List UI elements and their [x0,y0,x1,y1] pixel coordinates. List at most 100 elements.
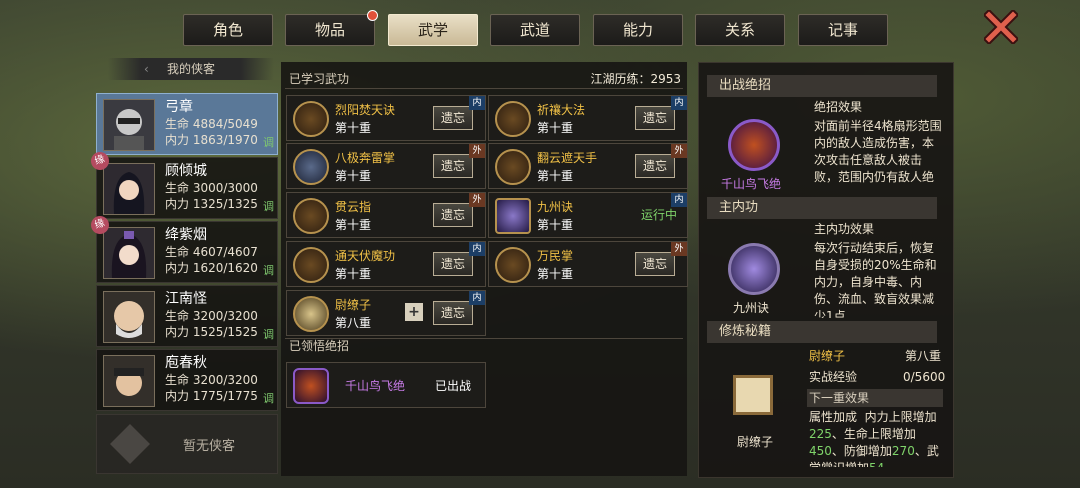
skill-name: 贯云指 [335,200,372,214]
skill-level: 第十重 [537,169,574,183]
avatar [103,355,155,407]
sun-icon [293,101,329,137]
tune-button[interactable]: 调 [263,134,274,150]
skill-card[interactable]: 烈阳焚天诀 第十重 遗忘 内 [286,95,486,141]
skill-level: 第十重 [335,121,372,135]
tab-items[interactable]: 物品 [285,10,378,46]
skill-card[interactable]: 翻云遮天手 第十重 遗忘 外 [488,143,688,189]
tab-journal[interactable]: 记事 [798,14,888,46]
tune-button[interactable]: 调 [263,198,274,214]
book-level: 第八重 [905,349,942,363]
inner-icon-label: 九州诀 [732,301,769,315]
skill-card[interactable]: 九州诀 第十重 运行中 内 [488,192,688,238]
next-level-effect: 属性加成 内力上限增加225、生命上限增加450、防御增加270、武学常识增加5… [809,409,949,467]
skill-name: 尉缭子 [335,298,372,312]
skill-card[interactable]: 通天伏魔功 第十重 遗忘 内 [286,241,486,287]
tune-button[interactable]: 调 [263,390,274,406]
forget-button[interactable]: 遗忘 [635,154,675,178]
attr-v3: 270 [891,444,915,458]
hero-hp: 生命 4607/4607 [165,245,258,259]
book-icon [733,375,773,415]
roster-header: ‹ 我的侠客 [108,58,274,80]
forget-button[interactable]: 遗忘 [635,106,675,130]
inner-skill-emblem: 九州诀 [717,223,785,315]
thunder-palm-icon [293,149,329,185]
forget-button[interactable]: 遗忘 [433,106,473,130]
book-title: 修炼秘籍 [707,321,937,343]
experience-label: 江湖历练：2953 [590,72,681,86]
skill-type-tag: 内 [671,193,687,207]
hero-hp: 生命 3000/3000 [165,181,258,195]
tune-button[interactable]: 调 [263,326,274,342]
forget-button[interactable]: 遗忘 [433,154,473,178]
skills-panel: 已学习武功 江湖历练：2953 烈阳焚天诀 第十重 遗忘 内 祈禳大法 第十重 … [281,62,688,476]
attr-label: 属性加成 [809,410,858,424]
book-icon-label: 尉缭子 [736,435,773,449]
skill-level: 第十重 [335,267,372,281]
skill-card[interactable]: 祈禳大法 第十重 遗忘 内 [488,95,688,141]
inner-effect-text: 每次行动结束后，恢复自身受损的20%生命和内力，自身中毒、内伤、流血、致盲效果减… [814,241,937,318]
detail-panel: 出战绝招 千山鸟飞绝 绝招效果 对面前半径4格扇形范围内的敌人造成伤害，本次攻击… [698,62,954,478]
hero-card[interactable]: 弓章 生命 4884/5049 内力 1863/1970 调 [96,93,278,155]
finger-icon [293,198,329,234]
plus-button[interactable]: + [405,303,423,321]
skill-name: 八极奔雷掌 [335,151,396,165]
hero-card[interactable]: 缘 绛紫烟 生命 4607/4607 内力 1620/1620 调 [88,213,278,283]
ultimate-icon [728,119,780,171]
hero-mp: 内力 1775/1775 [165,389,258,403]
ultimate-title: 已领悟绝招 [289,339,350,353]
skill-type-tag: 外 [671,242,687,256]
chevron-left-icon[interactable]: ‹ [144,58,149,80]
skill-type-tag: 外 [671,144,687,158]
hero-name: 庖春秋 [165,355,207,371]
hero-name: 江南怪 [165,291,207,307]
tab-martial-arts[interactable]: 武学 [388,14,478,46]
skill-level: 第十重 [335,169,372,183]
hero-card[interactable]: 江南怪 生命 3200/3200 内力 1525/1525 调 [96,285,278,347]
tab-role[interactable]: 角色 [183,14,273,46]
hero-name: 顾倾城 [165,163,207,179]
book-emblem: 尉缭子 [717,359,793,459]
skill-name: 万民掌 [537,249,574,263]
exp-value: 0/5600 [903,370,946,384]
cloud-hand-icon [495,149,531,185]
forget-button[interactable]: 遗忘 [433,252,473,276]
skill-type-tag: 内 [469,291,485,305]
battle-effect-text: 对面前半径4格扇形范围内的敌人造成伤害，本次攻击任意敌人被击败，范围内仍有敌人绝 [814,119,942,184]
forget-button[interactable]: 遗忘 [433,301,473,325]
book-name: 尉缭子 [809,349,846,363]
tab-ability[interactable]: 能力 [593,14,683,46]
ritual-icon [495,101,531,137]
hero-card[interactable]: 庖春秋 生命 3200/3200 内力 1775/1775 调 [96,349,278,411]
empty-hero-slot: 暂无侠客 [96,414,278,474]
skill-type-tag: 内 [469,242,485,256]
exp-label: 实战经验 [809,370,858,384]
skill-card[interactable]: 尉缭子 第八重 + 遗忘 内 [286,290,486,336]
empty-slot-label: 暂无侠客 [183,439,236,454]
book-icon [293,296,329,332]
attr-line4: 、 [914,444,927,458]
skill-card[interactable]: 贯云指 第十重 遗忘 外 [286,192,486,238]
skill-name: 九州诀 [537,200,574,214]
tab-relations[interactable]: 关系 [695,14,785,46]
tune-button[interactable]: 调 [263,262,274,278]
attr-v4: 54 [869,461,884,467]
forget-button[interactable]: 遗忘 [635,252,675,276]
avatar [103,163,155,215]
skill-name: 翻云遮天手 [537,151,598,165]
skill-card[interactable]: 万民掌 第十重 遗忘 外 [488,241,688,287]
attr-v2: 450 [809,444,832,458]
forget-button[interactable]: 遗忘 [433,203,473,227]
palm-icon [495,247,531,283]
skill-name: 通天伏魔功 [335,249,396,263]
hero-card[interactable]: 缘 顾倾城 生命 3000/3000 内力 1325/1325 调 [88,149,278,219]
tab-martial-way[interactable]: 武道 [490,14,580,46]
battle-skill-title: 出战绝招 [707,75,937,97]
attr-v1: 225 [809,427,832,441]
skill-level: 第十重 [537,267,574,281]
ultimate-card[interactable]: 千山鸟飞绝 已出战 [286,362,486,408]
close-icon[interactable] [982,8,1020,46]
hero-name: 弓章 [165,99,193,115]
hero-mp: 内力 1325/1325 [165,197,258,211]
skill-card[interactable]: 八极奔雷掌 第十重 遗忘 外 [286,143,486,189]
